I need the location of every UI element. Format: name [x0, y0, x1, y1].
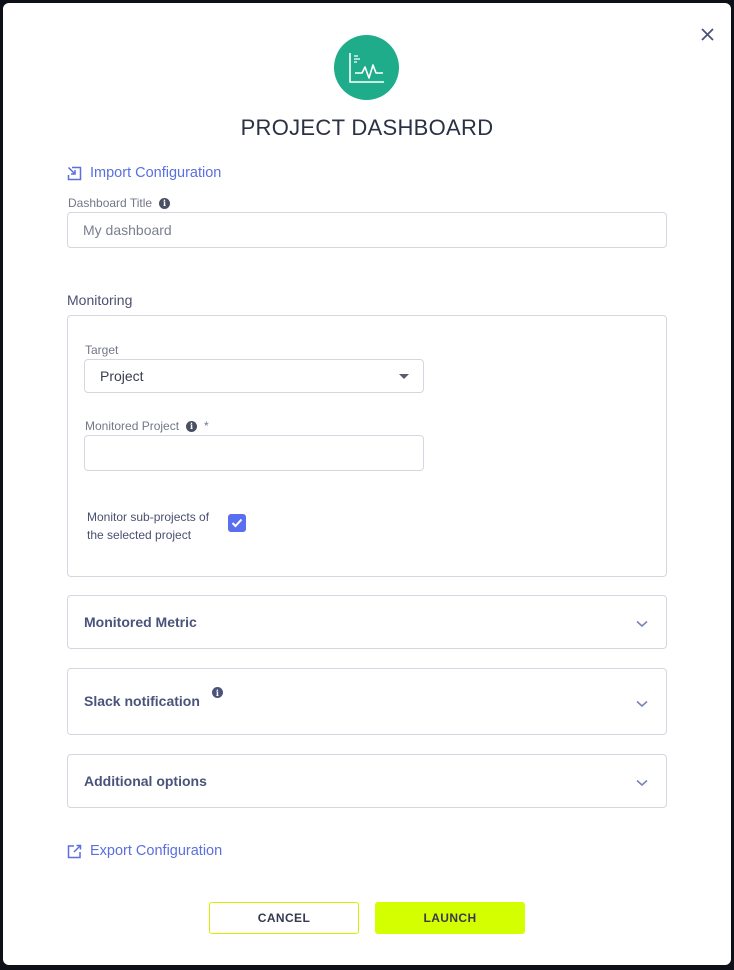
external-link-icon — [67, 844, 82, 858]
sub-projects-label: Monitor sub-projects of the selected pro… — [87, 510, 210, 542]
chart-pulse-icon — [348, 52, 384, 83]
dashboard-logo — [334, 35, 399, 100]
sub-projects-checkbox[interactable] — [228, 514, 246, 532]
export-configuration-label: Export Configuration — [90, 843, 223, 859]
import-configuration-label: Import Configuration — [90, 165, 222, 181]
import-icon — [67, 166, 82, 180]
accordion-title: Slack notification i — [84, 687, 223, 709]
accordion-slack-notification[interactable]: Slack notification i — [67, 668, 667, 735]
export-configuration-link[interactable]: Export Configuration — [67, 843, 222, 859]
page-title: PROJECT DASHBOARD — [240, 115, 494, 140]
cancel-button[interactable]: CANCEL — [209, 902, 359, 934]
monitored-project-label: Monitored Project i * — [85, 419, 209, 433]
dashboard-title-placeholder: My dashboard — [83, 222, 172, 238]
dashboard-title-label-text: Dashboard Title — [68, 196, 153, 210]
info-icon[interactable]: i — [186, 420, 198, 432]
checkmark-icon — [231, 518, 243, 528]
accordion-label: Monitored Metric — [84, 614, 197, 630]
monitored-project-input[interactable] — [84, 435, 424, 471]
accordion-title: Monitored Metric — [84, 614, 197, 630]
launch-button[interactable]: LAUNCH — [375, 902, 525, 934]
target-label-text: Target — [85, 343, 119, 357]
accordion-additional-options[interactable]: Additional options — [67, 754, 667, 808]
monitoring-section-label: Monitoring — [67, 292, 133, 308]
chevron-down-icon — [636, 700, 648, 708]
required-mark: * — [204, 419, 209, 433]
target-select[interactable]: Project — [84, 359, 424, 393]
caret-down-icon — [399, 374, 409, 379]
accordion-label: Additional options — [84, 773, 207, 789]
target-label: Target — [85, 343, 118, 357]
info-icon[interactable]: i — [159, 197, 171, 209]
accordion-monitored-metric[interactable]: Monitored Metric — [67, 595, 667, 649]
close-icon — [700, 27, 714, 41]
chevron-down-icon — [636, 620, 648, 628]
dashboard-title-input[interactable]: My dashboard — [67, 212, 667, 248]
chevron-down-icon — [636, 779, 648, 787]
accordion-label: Slack notification — [84, 693, 200, 709]
accordion-title: Additional options — [84, 773, 207, 789]
import-configuration-link[interactable]: Import Configuration — [67, 165, 221, 181]
target-selected-value: Project — [100, 368, 144, 384]
monitored-project-label-text: Monitored Project — [85, 419, 180, 433]
info-icon[interactable]: i — [211, 687, 223, 698]
project-dashboard-modal: PROJECT DASHBOARD Import Configuration D… — [3, 3, 731, 965]
close-button[interactable] — [696, 23, 718, 45]
dashboard-title-label: Dashboard Title i — [68, 196, 171, 210]
